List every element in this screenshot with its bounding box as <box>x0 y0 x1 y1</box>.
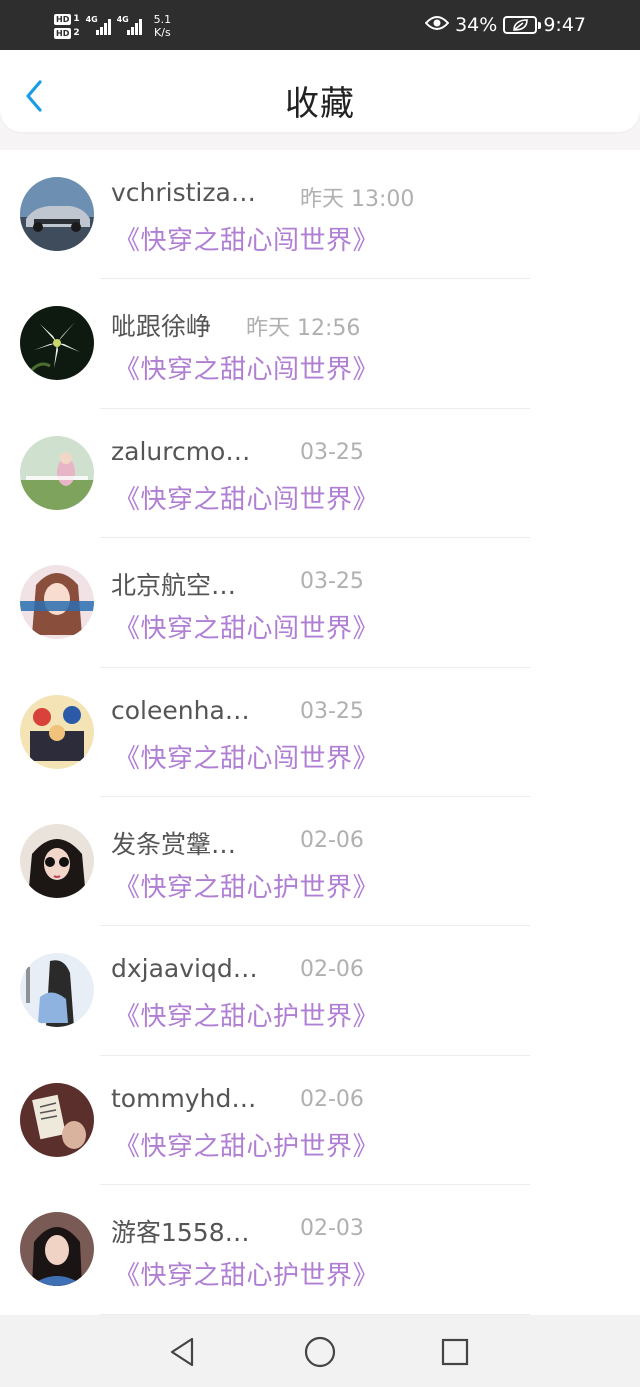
avatar[interactable] <box>20 694 94 769</box>
list-item[interactable]: tommyhd… 02-06 《快穿之甜心护世界》 <box>0 1056 640 1186</box>
book-title: 《快穿之甜心闯世界》 <box>114 743 380 774</box>
favorite-time: 02-06 <box>300 827 364 853</box>
user-name: tommyhd… <box>111 1083 257 1113</box>
triangle-back-icon <box>170 1337 194 1367</box>
avatar[interactable] <box>20 823 94 898</box>
page-header: 收藏 <box>0 50 640 132</box>
battery-saver-icon <box>503 16 542 34</box>
network-speed: 5.1 K/s <box>153 13 172 39</box>
user-name: dxjaaviqd… <box>111 954 258 984</box>
page-title: 收藏 <box>285 84 355 124</box>
user-name: vchristiza… <box>111 178 256 207</box>
favorite-time: 昨天 13:00 <box>300 187 415 212</box>
hd-indicator-1: HD 1 <box>54 13 80 25</box>
list-item[interactable]: 呲跟徐峥 昨天 12:56 《快穿之甜心闯世界》 <box>0 279 640 409</box>
square-recents-icon <box>441 1338 469 1366</box>
battery-percent: 34% <box>455 14 498 36</box>
eye-icon <box>424 14 450 36</box>
user-name: 呲跟徐峥 <box>111 312 212 342</box>
list-item[interactable]: coleenha… 03-25 《快穿之甜心闯世界》 <box>0 668 640 797</box>
user-name: coleenha… <box>111 695 250 725</box>
favorite-time: 03-25 <box>300 439 364 465</box>
list-item[interactable]: 北京航空… 03-25 《快穿之甜心闯世界》 <box>0 538 640 668</box>
favorite-time: 02-06 <box>300 957 364 983</box>
nav-home-button[interactable] <box>303 1335 337 1369</box>
book-title: 《快穿之甜心护世界》 <box>114 1002 380 1033</box>
book-title: 《快穿之甜心闯世界》 <box>114 226 380 256</box>
user-name: zalurcmo… <box>111 436 251 466</box>
list-item[interactable]: 发条赏鞶… 02-06 《快穿之甜心护世界》 <box>0 797 640 927</box>
user-name: 游客1558… <box>111 1218 250 1248</box>
avatar[interactable] <box>20 177 94 251</box>
book-title: 《快穿之甜心闯世界》 <box>114 614 380 645</box>
book-title: 《快穿之甜心闯世界》 <box>114 484 380 515</box>
signal-icon-2: 4G <box>117 15 142 35</box>
avatar[interactable] <box>20 1212 94 1287</box>
signal-icon-1: 4G <box>86 15 111 35</box>
favorite-time: 昨天 12:56 <box>246 316 361 342</box>
book-title: 《快穿之甜心护世界》 <box>114 1131 380 1162</box>
user-name: 发条赏鞶… <box>111 829 237 859</box>
favorite-time: 02-06 <box>300 1086 364 1112</box>
avatar[interactable] <box>20 565 94 640</box>
hd-indicator-2: HD 2 <box>54 27 80 39</box>
nav-back-button[interactable] <box>166 1335 200 1369</box>
book-title: 《快穿之甜心护世界》 <box>114 872 380 903</box>
favorite-time: 03-25 <box>300 698 364 724</box>
avatar[interactable] <box>20 1082 94 1157</box>
book-title: 《快穿之甜心护世界》 <box>114 1261 380 1292</box>
circle-home-icon <box>304 1336 336 1368</box>
favorite-time: 02-03 <box>300 1216 364 1242</box>
avatar[interactable] <box>20 306 94 381</box>
avatar[interactable] <box>20 953 94 1028</box>
favorites-list: vchristiza… 昨天 13:00 《快穿之甜心闯世界》 呲跟徐峥 昨天 … <box>0 150 640 1315</box>
list-item[interactable]: zalurcmo… 03-25 《快穿之甜心闯世界》 <box>0 409 640 539</box>
status-bar: HD 1 HD 2 4G 4G 5.1 K/s 34% 9:47 <box>0 0 640 50</box>
nav-recents-button[interactable] <box>438 1335 472 1369</box>
book-title: 《快穿之甜心闯世界》 <box>114 355 380 386</box>
favorite-time: 03-25 <box>300 569 364 595</box>
user-name: 北京航空… <box>111 571 237 601</box>
list-item[interactable]: vchristiza… 昨天 13:00 《快穿之甜心闯世界》 <box>0 150 640 280</box>
avatar[interactable] <box>20 435 94 510</box>
clock: 9:47 <box>543 14 586 36</box>
list-item[interactable]: dxjaaviqd… 02-06 《快穿之甜心护世界》 <box>0 926 640 1056</box>
system-nav-bar <box>0 1315 640 1387</box>
list-item[interactable]: 游客1558… 02-03 《快穿之甜心护世界》 <box>0 1185 640 1315</box>
